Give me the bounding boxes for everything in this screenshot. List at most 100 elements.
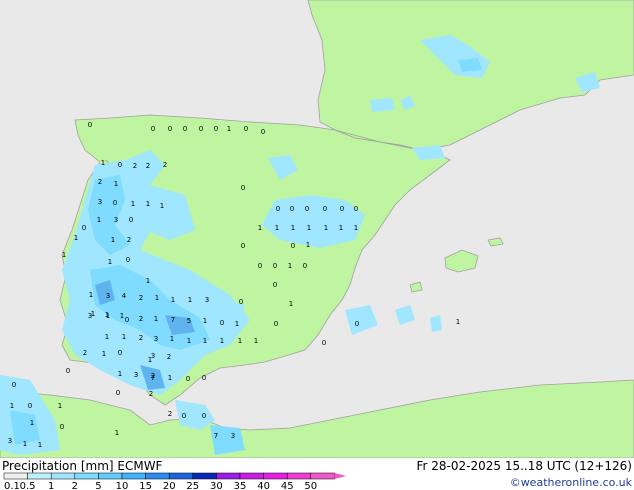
color-scale-tick: 15 — [139, 481, 152, 490]
color-scale-tick: 2 — [72, 481, 78, 490]
precipitation-value-label: 7 — [171, 316, 175, 324]
precipitation-value-label: 3 — [134, 371, 138, 379]
precipitation-value-label: 1 — [187, 337, 191, 345]
precipitation-value-label: 2 — [139, 315, 143, 323]
precipitation-value-label: 7 — [151, 374, 155, 382]
precipitation-value-label: 0 — [151, 125, 155, 133]
precipitation-value-label: 0 — [214, 125, 218, 133]
precipitation-value-label: 1 — [188, 296, 192, 304]
precipitation-value-label: 1 — [23, 440, 27, 448]
precipitation-value-label: 1 — [131, 200, 135, 208]
precipitation-value-label: 0 — [125, 316, 129, 324]
color-swatch — [286, 472, 312, 480]
precipitation-value-label: 0 — [274, 320, 278, 328]
precipitation-value-label: 1 — [38, 441, 42, 449]
color-scale-tick: 5 — [95, 481, 101, 490]
precipitation-value-label: 2 — [139, 294, 143, 302]
precipitation-value-label: 0 — [113, 199, 117, 207]
precipitation-value-label: 0 — [118, 161, 122, 169]
precipitation-value-label: 0 — [202, 412, 206, 420]
precipitation-value-label: 0 — [303, 262, 307, 270]
precipitation-value-label: 2 — [139, 334, 143, 342]
legend-bar: Precipitation [mm] ECMWF Fr 28-02-2025 1… — [0, 458, 634, 490]
color-scale-tick: 30 — [210, 481, 223, 490]
precipitation-value-label: 1 — [291, 224, 295, 232]
precipitation-value-label: 1 — [307, 224, 311, 232]
color-swatch — [74, 472, 99, 480]
precipitation-value-label: 0 — [186, 375, 190, 383]
precipitation-map: 0 0 0 0 0 0 1 0 0 1 0 2 2 2 0 2 1 3 0 1 1 1 1 3 0 0 0 0 0 0 0 1 1 1 1 1 1 1 0 1… — [0, 0, 634, 458]
color-scale-tick: 45 — [281, 481, 294, 490]
precipitation-value-label: 1 — [160, 202, 164, 210]
precipitation-value-label: 2 — [167, 353, 171, 361]
precipitation-value-label: 3 — [205, 296, 209, 304]
color-scale — [3, 472, 347, 480]
precipitation-value-label: 0 — [168, 125, 172, 133]
color-swatch — [27, 472, 52, 480]
precipitation-value-label: 1 — [339, 224, 343, 232]
precipitation-value-label: 3 — [154, 335, 158, 343]
color-scale-tick: 50 — [304, 481, 317, 490]
precipitation-value-label: 0 — [202, 374, 206, 382]
precipitation-value-label: 0 — [340, 205, 344, 213]
color-swatch — [192, 472, 217, 480]
precipitation-value-label: 1 — [170, 335, 174, 343]
precipitation-value-label: 0 — [129, 216, 133, 224]
precipitation-value-label: 3 — [114, 216, 118, 224]
precipitation-value-label: 0 — [241, 184, 245, 192]
color-scale-ticks: 0.1 0.5 1 2 5 10 15 20 25 30 35 40 45 50 — [4, 481, 317, 490]
precipitation-value-label: 1 — [102, 350, 106, 358]
precipitation-value-label: 1 — [62, 251, 66, 259]
precipitation-value-label: 1 — [120, 312, 124, 320]
color-scale-arrow — [334, 473, 347, 479]
precipitation-value-label: 0 — [261, 128, 265, 136]
color-scale-tick: 40 — [257, 481, 270, 490]
precipitation-value-label: 0 — [273, 262, 277, 270]
color-swatch — [310, 472, 335, 480]
precipitation-value-label: 2 — [133, 162, 137, 170]
precipitation-value-label: 2 — [98, 178, 102, 186]
credit-text: ©weatheronline.co.uk — [510, 476, 633, 489]
precipitation-value-label: 1 — [203, 337, 207, 345]
precipitation-value-label: 0 — [239, 298, 243, 306]
precipitation-value-label: 0 — [354, 205, 358, 213]
precipitation-value-label: 1 — [238, 337, 242, 345]
precipitation-value-label: 3 — [88, 312, 92, 320]
precipitation-value-label: 0 — [305, 205, 309, 213]
precipitation-value-label: 1 — [456, 318, 460, 326]
precipitation-value-label: 0 — [199, 125, 203, 133]
precipitation-value-label: 0 — [220, 319, 224, 327]
color-swatch — [3, 472, 28, 480]
precipitation-value-label: 1 — [122, 333, 126, 341]
precipitation-value-label: 5 — [187, 317, 191, 325]
color-swatch — [263, 472, 288, 480]
precipitation-value-label: 1 — [101, 159, 105, 167]
precipitation-value-label: 0 — [82, 224, 86, 232]
precipitation-value-label: 0 — [241, 242, 245, 250]
precipitation-value-label: 1 — [203, 317, 207, 325]
color-scale-tick: 10 — [116, 481, 129, 490]
color-scale-tick: 1 — [48, 481, 54, 490]
precipitation-value-label: 0 — [183, 125, 187, 133]
precipitation-value-label: 1 — [74, 234, 78, 242]
precipitation-value-label: 0 — [290, 205, 294, 213]
precipitation-value-label: 7 — [214, 432, 218, 440]
precipitation-value-label: 1 — [105, 333, 109, 341]
precipitation-value-label: 0 — [116, 389, 120, 397]
precipitation-value-label: 2 — [149, 390, 153, 398]
color-swatch — [121, 472, 146, 480]
precipitation-value-label: 1 — [89, 291, 93, 299]
precipitation-value-label: 0 — [244, 125, 248, 133]
color-scale-tick: 0.1 — [4, 481, 20, 490]
precipitation-value-label: 3 — [231, 432, 235, 440]
precipitation-value-label: 1 — [108, 258, 112, 266]
precipitation-value-label: 1 — [146, 200, 150, 208]
precipitation-value-label: 1 — [275, 224, 279, 232]
color-swatch — [239, 472, 264, 480]
precipitation-value-label: 0 — [291, 242, 295, 250]
precipitation-value-label: 0 — [323, 205, 327, 213]
precipitation-value-label: 1 — [254, 337, 258, 345]
precipitation-value-label: 0 — [118, 349, 122, 357]
precipitation-value-label: 1 — [58, 402, 62, 410]
precipitation-value-label: 4 — [122, 292, 127, 300]
